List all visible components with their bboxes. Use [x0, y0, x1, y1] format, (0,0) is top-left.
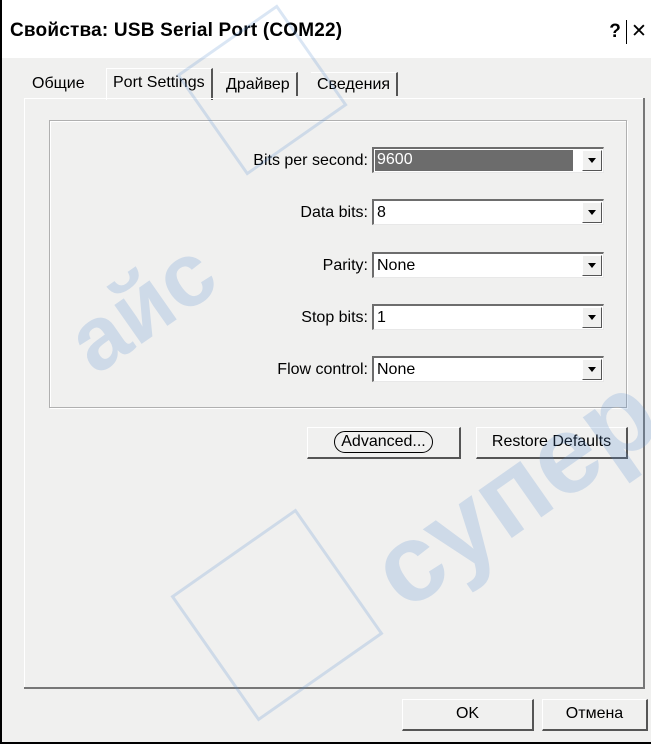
tab-driver[interactable]: Драйвер: [220, 72, 298, 96]
chevron-down-icon[interactable]: [582, 202, 602, 223]
flow-control-label: Flow control:: [277, 361, 368, 378]
tab-body-bottom-edge: [24, 687, 645, 689]
tab-body-left-edge: [24, 98, 25, 688]
window-title: Свойства: USB Serial Port (COM22): [10, 20, 343, 41]
close-icon[interactable]: ✕: [629, 21, 649, 43]
port-settings-group: Bits per second: 9600 Data bits: 8 Parit…: [49, 120, 627, 408]
title-bar: Свойства: USB Serial Port (COM22) ? ✕: [2, 0, 651, 58]
properties-dialog: Свойства: USB Serial Port (COM22) ? ✕ Об…: [0, 0, 651, 744]
title-separator: [626, 20, 627, 44]
stop-bits-value: 1: [377, 309, 386, 326]
parity-label: Parity:: [322, 257, 368, 274]
flow-control-select[interactable]: None: [372, 356, 604, 382]
parity-select[interactable]: None: [372, 252, 604, 278]
advanced-button[interactable]: Advanced...: [307, 427, 461, 459]
chevron-down-icon[interactable]: [582, 307, 602, 328]
tab-port-settings[interactable]: Port Settings: [106, 68, 213, 100]
stop-bits-label: Stop bits:: [301, 309, 368, 326]
cancel-button[interactable]: Отмена: [542, 699, 648, 731]
flow-control-value: None: [377, 361, 416, 378]
row-bits-per-second: Bits per second: 9600: [50, 147, 626, 177]
restore-defaults-button[interactable]: Restore Defaults: [476, 427, 628, 459]
bits-per-second-label: Bits per second:: [253, 152, 368, 169]
data-bits-select[interactable]: 8: [372, 199, 604, 225]
row-data-bits: Data bits: 8: [50, 199, 626, 229]
tab-body-top-edge: [24, 98, 644, 99]
tab-strip: Общие Port Settings Драйвер Сведения: [24, 68, 644, 100]
row-stop-bits: Stop bits: 1: [50, 304, 626, 334]
row-parity: Parity: None: [50, 252, 626, 282]
chevron-down-icon[interactable]: [582, 150, 602, 171]
chevron-down-icon[interactable]: [582, 255, 602, 276]
tab-details[interactable]: Сведения: [311, 72, 399, 96]
parity-value: None: [377, 257, 416, 274]
ok-button[interactable]: OK: [402, 699, 534, 731]
data-bits-value: 8: [377, 204, 386, 221]
stop-bits-select[interactable]: 1: [372, 304, 604, 330]
row-flow-control: Flow control: None: [50, 356, 626, 386]
help-button[interactable]: ?: [606, 21, 624, 43]
advanced-button-label: Advanced...: [334, 431, 433, 453]
chevron-down-icon[interactable]: [582, 359, 602, 380]
data-bits-label: Data bits:: [300, 204, 368, 221]
bits-per-second-select[interactable]: 9600: [372, 147, 604, 173]
tab-general[interactable]: Общие: [26, 72, 91, 96]
tab-body-right-edge: [643, 98, 645, 688]
bits-per-second-value: 9600: [375, 150, 573, 171]
